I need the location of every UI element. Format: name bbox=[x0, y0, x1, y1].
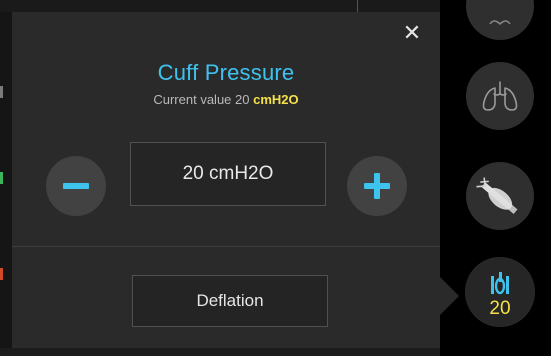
screen: ✕ Cuff Pressure Current value 20 cmH2O 2… bbox=[0, 0, 551, 356]
plus-icon-vertical bbox=[374, 173, 380, 199]
background-divider bbox=[357, 0, 358, 12]
background-mark bbox=[0, 268, 3, 280]
deflation-button[interactable]: Deflation bbox=[132, 275, 328, 327]
lungs-icon bbox=[482, 81, 518, 111]
popup-pointer bbox=[439, 276, 459, 316]
pressure-value-field[interactable]: 20 cmH2O bbox=[130, 142, 326, 206]
minus-icon bbox=[63, 183, 89, 189]
side-menu-item-tube[interactable] bbox=[466, 162, 534, 230]
side-menu-item-lungs[interactable] bbox=[466, 62, 534, 130]
background-mark bbox=[0, 172, 3, 184]
current-value-unit: cmH2O bbox=[253, 92, 299, 107]
side-menu-item-top[interactable] bbox=[466, 0, 534, 40]
cuff-pressure-popup: ✕ Cuff Pressure Current value 20 cmH2O 2… bbox=[12, 12, 440, 348]
popup-title: Cuff Pressure bbox=[157, 60, 295, 85]
decrease-button[interactable] bbox=[46, 156, 106, 216]
current-value-text: Current value 20 cmH2O bbox=[12, 92, 440, 107]
background-mark bbox=[0, 86, 3, 98]
cuffed-tube-icon bbox=[476, 177, 518, 214]
close-icon[interactable]: ✕ bbox=[400, 22, 424, 46]
increase-button[interactable] bbox=[347, 156, 407, 216]
divider bbox=[12, 246, 440, 247]
background-bottom-strip bbox=[0, 348, 440, 356]
partial-icon bbox=[489, 20, 511, 26]
background-top-strip bbox=[0, 0, 440, 12]
cuff-pressure-value: 20 bbox=[489, 298, 511, 319]
side-menu-item-cuff-pressure[interactable]: 20 bbox=[466, 258, 534, 326]
current-value-label: Current value 20 bbox=[153, 92, 254, 107]
